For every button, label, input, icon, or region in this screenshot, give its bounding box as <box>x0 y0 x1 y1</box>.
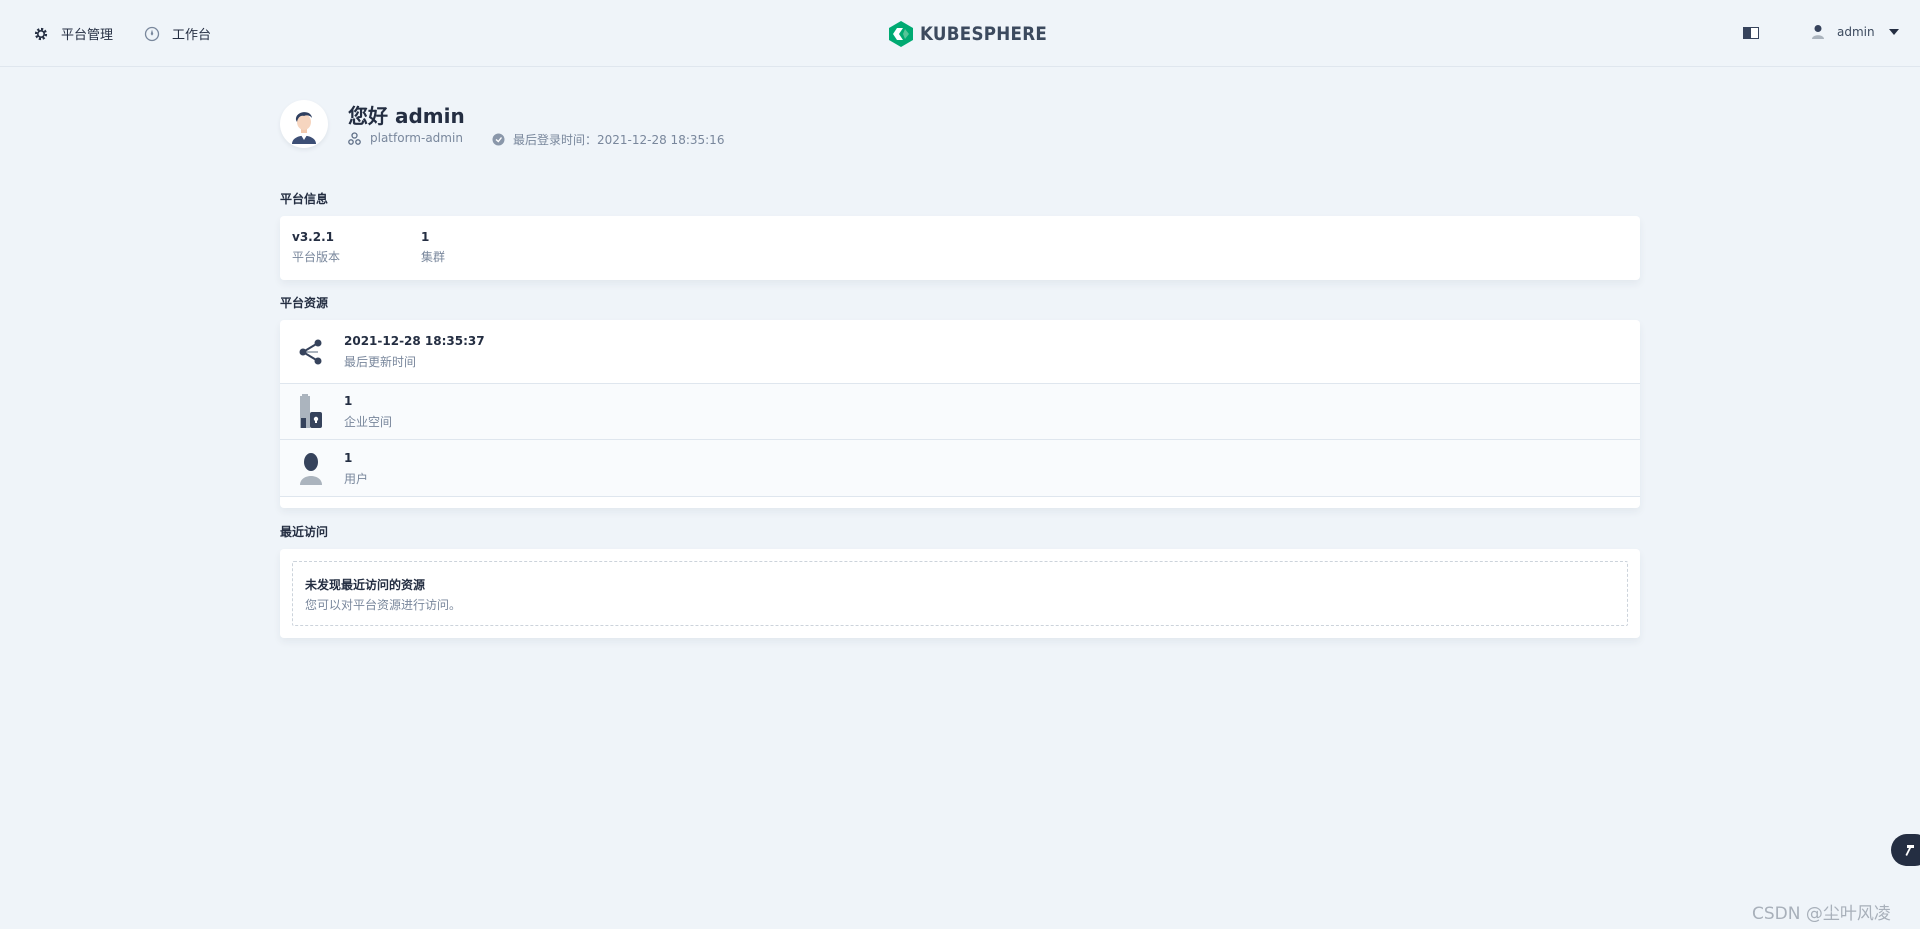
layout-toggle-icon[interactable] <box>1743 27 1759 39</box>
logo-text: KUBESPHERE <box>920 23 1048 45</box>
avatar[interactable] <box>280 100 328 148</box>
recent-visits-card: 未发现最近访问的资源 您可以对平台资源进行访问。 <box>280 549 1640 638</box>
recent-empty-state: 未发现最近访问的资源 您可以对平台资源进行访问。 <box>292 561 1628 626</box>
role-icon <box>348 131 361 145</box>
user-role: platform-admin <box>348 131 463 145</box>
cluster-count[interactable]: 1 集群 <box>421 230 445 265</box>
platform-version-label: 平台版本 <box>292 250 341 264</box>
cluster-count-value: 1 <box>421 230 430 244</box>
kubesphere-logo-icon <box>889 21 913 47</box>
workspaces-label: 企业空间 <box>344 415 393 429</box>
hammer-icon <box>1905 845 1914 856</box>
empty-description: 您可以对平台资源进行访问。 <box>305 598 462 612</box>
avatar-image <box>292 112 316 144</box>
resource-row-workspaces[interactable]: 1 企业空间 <box>280 384 1640 440</box>
recent-visits-title: 最近访问 <box>280 525 329 539</box>
platform-resources-card: 2021-12-28 18:35:37 最后更新时间 1 企业空间 1 用户 <box>280 320 1640 508</box>
workspaces-value: 1 <box>344 394 353 408</box>
last-login-text: 最后登录时间：2021-12-28 18:35:16 <box>513 133 725 147</box>
clock-icon <box>492 133 505 146</box>
cluster-count-label: 集群 <box>421 250 446 264</box>
platform-info-title: 平台信息 <box>280 192 329 206</box>
enterprise-icon <box>300 394 322 428</box>
users-value: 1 <box>344 451 353 465</box>
greeting: 您好 admin <box>348 104 465 128</box>
chevron-down-icon <box>1888 29 1899 35</box>
resource-row-users[interactable]: 1 用户 <box>280 440 1640 497</box>
user-menu[interactable]: admin <box>1811 24 1899 40</box>
empty-title: 未发现最近访问的资源 <box>305 578 426 592</box>
last-login: 最后登录时间：2021-12-28 18:35:16 <box>492 131 724 148</box>
platform-version: v3.2.1 平台版本 <box>292 230 340 265</box>
watermark: CSDN @尘叶风凌 <box>1752 904 1891 924</box>
user-name: admin <box>1837 25 1875 39</box>
nav-workbench[interactable]: 工作台 <box>144 24 211 43</box>
last-updated-label: 最后更新时间 <box>344 355 417 369</box>
user-icon <box>1812 25 1824 39</box>
platform-version-value: v3.2.1 <box>292 230 334 244</box>
last-updated-value: 2021-12-28 18:35:37 <box>344 334 485 348</box>
kubesphere-logo[interactable]: KUBESPHERE <box>888 20 1064 48</box>
user-icon <box>300 453 322 485</box>
platform-info-card: v3.2.1 平台版本 1 集群 <box>280 216 1640 280</box>
gear-icon <box>34 27 48 40</box>
nav-platform-management-label: 平台管理 <box>61 28 114 43</box>
users-label: 用户 <box>344 472 369 486</box>
toolbox-button[interactable] <box>1891 834 1920 866</box>
user-role-text: platform-admin <box>370 131 463 145</box>
nav-workbench-label: 工作台 <box>172 28 212 43</box>
platform-resources-title: 平台资源 <box>280 296 329 310</box>
nav-platform-management[interactable]: 平台管理 <box>33 24 113 43</box>
resource-row-last-updated: 2021-12-28 18:35:37 最后更新时间 <box>280 320 1640 384</box>
top-bar: 平台管理 工作台 KUBESPHERE admin <box>0 0 1920 67</box>
compass-icon <box>144 26 160 41</box>
share-nodes-icon <box>299 339 322 365</box>
